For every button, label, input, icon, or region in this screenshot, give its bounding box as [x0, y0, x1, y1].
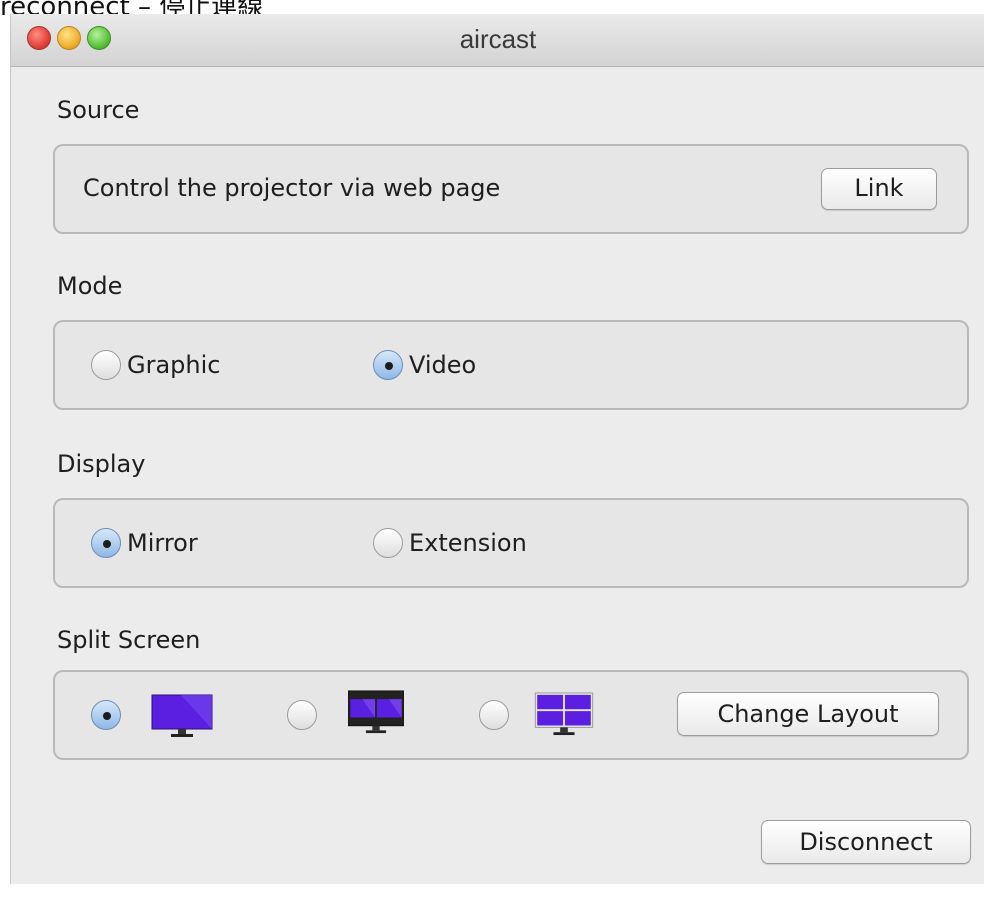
title-bar[interactable]: aircast — [11, 14, 984, 67]
display-option-mirror[interactable]: Mirror — [91, 528, 198, 558]
display-option-extension[interactable]: Extension — [373, 528, 527, 558]
video-radio[interactable] — [373, 350, 403, 380]
mirror-radio[interactable] — [91, 528, 121, 558]
graphic-radio[interactable] — [91, 350, 121, 380]
graphic-radio-label: Graphic — [127, 351, 221, 379]
single-screen-monitor-icon[interactable] — [151, 694, 213, 738]
quad-layout-radio[interactable] — [479, 700, 509, 730]
dual-split-monitor-icon[interactable] — [345, 690, 407, 734]
video-radio-label: Video — [409, 351, 477, 379]
dual-layout-radio[interactable] — [287, 700, 317, 730]
mode-group: Graphic Video — [53, 320, 969, 410]
mode-option-video[interactable]: Video — [373, 350, 476, 380]
source-section-label: Source — [57, 96, 140, 124]
extension-radio-label: Extension — [409, 529, 527, 557]
source-description: Control the projector via web page — [83, 174, 501, 202]
extension-radio[interactable] — [373, 528, 403, 558]
split-screen-section-label: Split Screen — [57, 626, 201, 654]
split-screen-group: Change Layout — [53, 670, 969, 760]
link-button[interactable]: Link — [821, 168, 937, 210]
aircast-window: aircast Source Control the projector via… — [10, 14, 984, 884]
display-group: Mirror Extension — [53, 498, 969, 588]
window-title: aircast — [459, 24, 537, 54]
display-section-label: Display — [57, 450, 146, 478]
mode-option-graphic[interactable]: Graphic — [91, 350, 220, 380]
quad-split-monitor-icon[interactable] — [533, 692, 595, 736]
change-layout-button[interactable]: Change Layout — [677, 692, 939, 736]
single-layout-radio[interactable] — [91, 700, 121, 730]
disconnect-button[interactable]: Disconnect — [761, 820, 971, 864]
source-group: Control the projector via web page Link — [53, 144, 969, 234]
mode-section-label: Mode — [57, 272, 123, 300]
mirror-radio-label: Mirror — [127, 529, 198, 557]
